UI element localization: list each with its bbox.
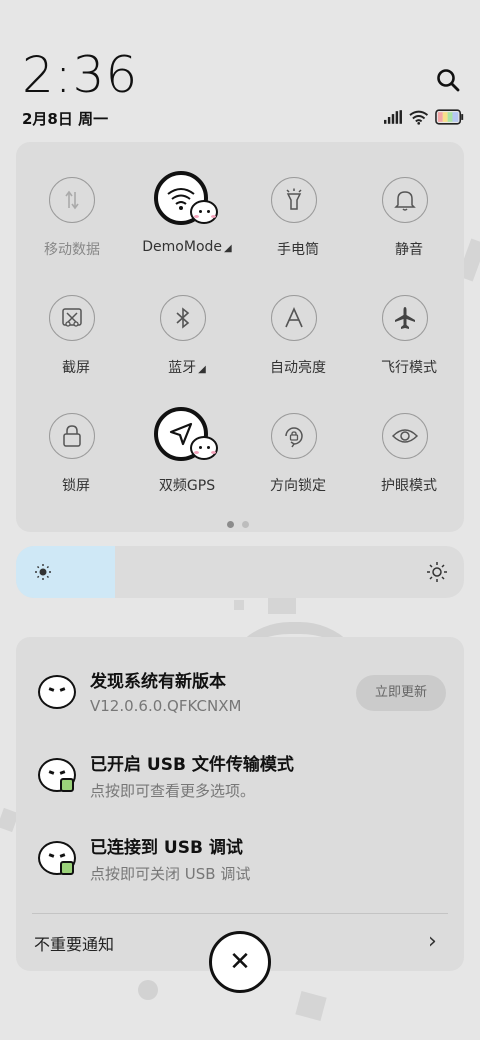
brightness-high-icon: [427, 562, 447, 582]
tile-label: 飞行模式: [381, 360, 437, 376]
tile-label: 方向锁定: [270, 478, 326, 494]
notification-panel: 发现系统有新版本 V12.0.6.0.QFKCNXM 立即更新 已开启 USB …: [16, 637, 464, 971]
tile-auto-brightness[interactable]: 自动亮度: [238, 260, 348, 376]
notification-title: 发现系统有新版本: [90, 672, 226, 692]
dropdown-arrow-icon: ◢: [224, 243, 232, 254]
unimportant-notifications-link[interactable]: 不重要通知: [34, 931, 114, 955]
search-icon[interactable]: [434, 66, 462, 94]
page-indicator: [227, 521, 249, 528]
tile-mobile-data[interactable]: 移动数据: [16, 142, 126, 258]
notification-usb-transfer[interactable]: 已开启 USB 文件传输模式 点按即可查看更多选项。: [16, 750, 464, 814]
clock: 2:36: [22, 46, 139, 104]
notification-title: 已连接到 USB 调试: [90, 838, 243, 858]
lock-icon: [49, 413, 95, 459]
brightness-fill: [16, 546, 115, 598]
tile-label: 手电筒: [277, 242, 319, 258]
tile-screenshot[interactable]: 截屏: [16, 260, 126, 376]
notification-update[interactable]: 发现系统有新版本 V12.0.6.0.QFKCNXM 立即更新: [16, 667, 464, 731]
mobile-data-icon: [49, 177, 95, 223]
notification-subtitle: 点按即可查看更多选项。: [90, 782, 256, 800]
brightness-low-icon: [35, 564, 51, 580]
rotation-lock-icon: [271, 413, 317, 459]
page-dot[interactable]: [242, 521, 249, 528]
auto-brightness-icon: [271, 295, 317, 341]
bluetooth-icon: [160, 295, 206, 341]
page-dot-active[interactable]: [227, 521, 234, 528]
sticker-icon: [190, 200, 218, 224]
bell-icon: [382, 177, 428, 223]
tile-label: 静音: [395, 242, 423, 258]
tile-bluetooth[interactable]: 蓝牙 ◢: [127, 260, 237, 376]
tile-label: 蓝牙 ◢: [168, 360, 206, 376]
date-label: 2月8日 周一: [22, 110, 109, 128]
sticker-avatar-icon: [38, 675, 76, 709]
notification-title: 已开启 USB 文件传输模式: [90, 755, 294, 775]
tile-silent[interactable]: 静音: [349, 142, 459, 258]
eye-icon: [382, 413, 428, 459]
dropdown-arrow-icon: ◢: [198, 364, 206, 375]
notification-usb-debug[interactable]: 已连接到 USB 调试 点按即可关闭 USB 调试: [16, 833, 464, 897]
tile-gps[interactable]: 双频GPS: [127, 378, 237, 494]
airplane-icon: [382, 295, 428, 341]
wifi-status-icon: [409, 110, 429, 125]
tile-label: 自动亮度: [270, 360, 326, 376]
background-circle: [138, 980, 158, 1000]
control-center-panel: 移动数据 DemoMode ◢ 手电筒 静音 截屏 蓝牙 ◢ 自动亮度 飞行模式…: [16, 142, 464, 532]
background-square: [295, 991, 327, 1021]
battery-icon: [435, 109, 464, 125]
tile-label: 截屏: [62, 360, 90, 376]
signal-icon: [384, 110, 402, 124]
tile-wifi[interactable]: DemoMode ◢: [127, 142, 237, 255]
close-icon: ✕: [229, 947, 251, 977]
sticker-icon: [190, 436, 218, 460]
notification-subtitle: V12.0.6.0.QFKCNXM: [90, 697, 242, 715]
app-badge-icon: [60, 778, 74, 792]
chevron-right-icon[interactable]: ›: [428, 931, 437, 953]
tile-airplane[interactable]: 飞行模式: [349, 260, 459, 376]
update-now-button[interactable]: 立即更新: [356, 675, 446, 711]
notification-subtitle: 点按即可关闭 USB 调试: [90, 865, 251, 883]
tile-label: DemoMode ◢: [142, 239, 232, 255]
flashlight-icon: [271, 177, 317, 223]
tile-flashlight[interactable]: 手电筒: [238, 142, 348, 258]
screenshot-icon: [49, 295, 95, 341]
tile-label: 锁屏: [62, 478, 90, 494]
app-badge-icon: [60, 861, 74, 875]
tile-lock-screen[interactable]: 锁屏: [16, 378, 126, 494]
tile-label: 护眼模式: [381, 478, 437, 494]
tile-rotation-lock[interactable]: 方向锁定: [238, 378, 348, 494]
tile-eye-care[interactable]: 护眼模式: [349, 378, 459, 494]
background-square: [234, 600, 244, 610]
brightness-slider[interactable]: [16, 546, 464, 598]
status-icons: [384, 108, 464, 126]
tile-label: 移动数据: [44, 242, 100, 258]
clear-all-button[interactable]: ✕: [209, 931, 271, 993]
tile-label: 双频GPS: [158, 478, 216, 494]
divider: [32, 913, 448, 914]
